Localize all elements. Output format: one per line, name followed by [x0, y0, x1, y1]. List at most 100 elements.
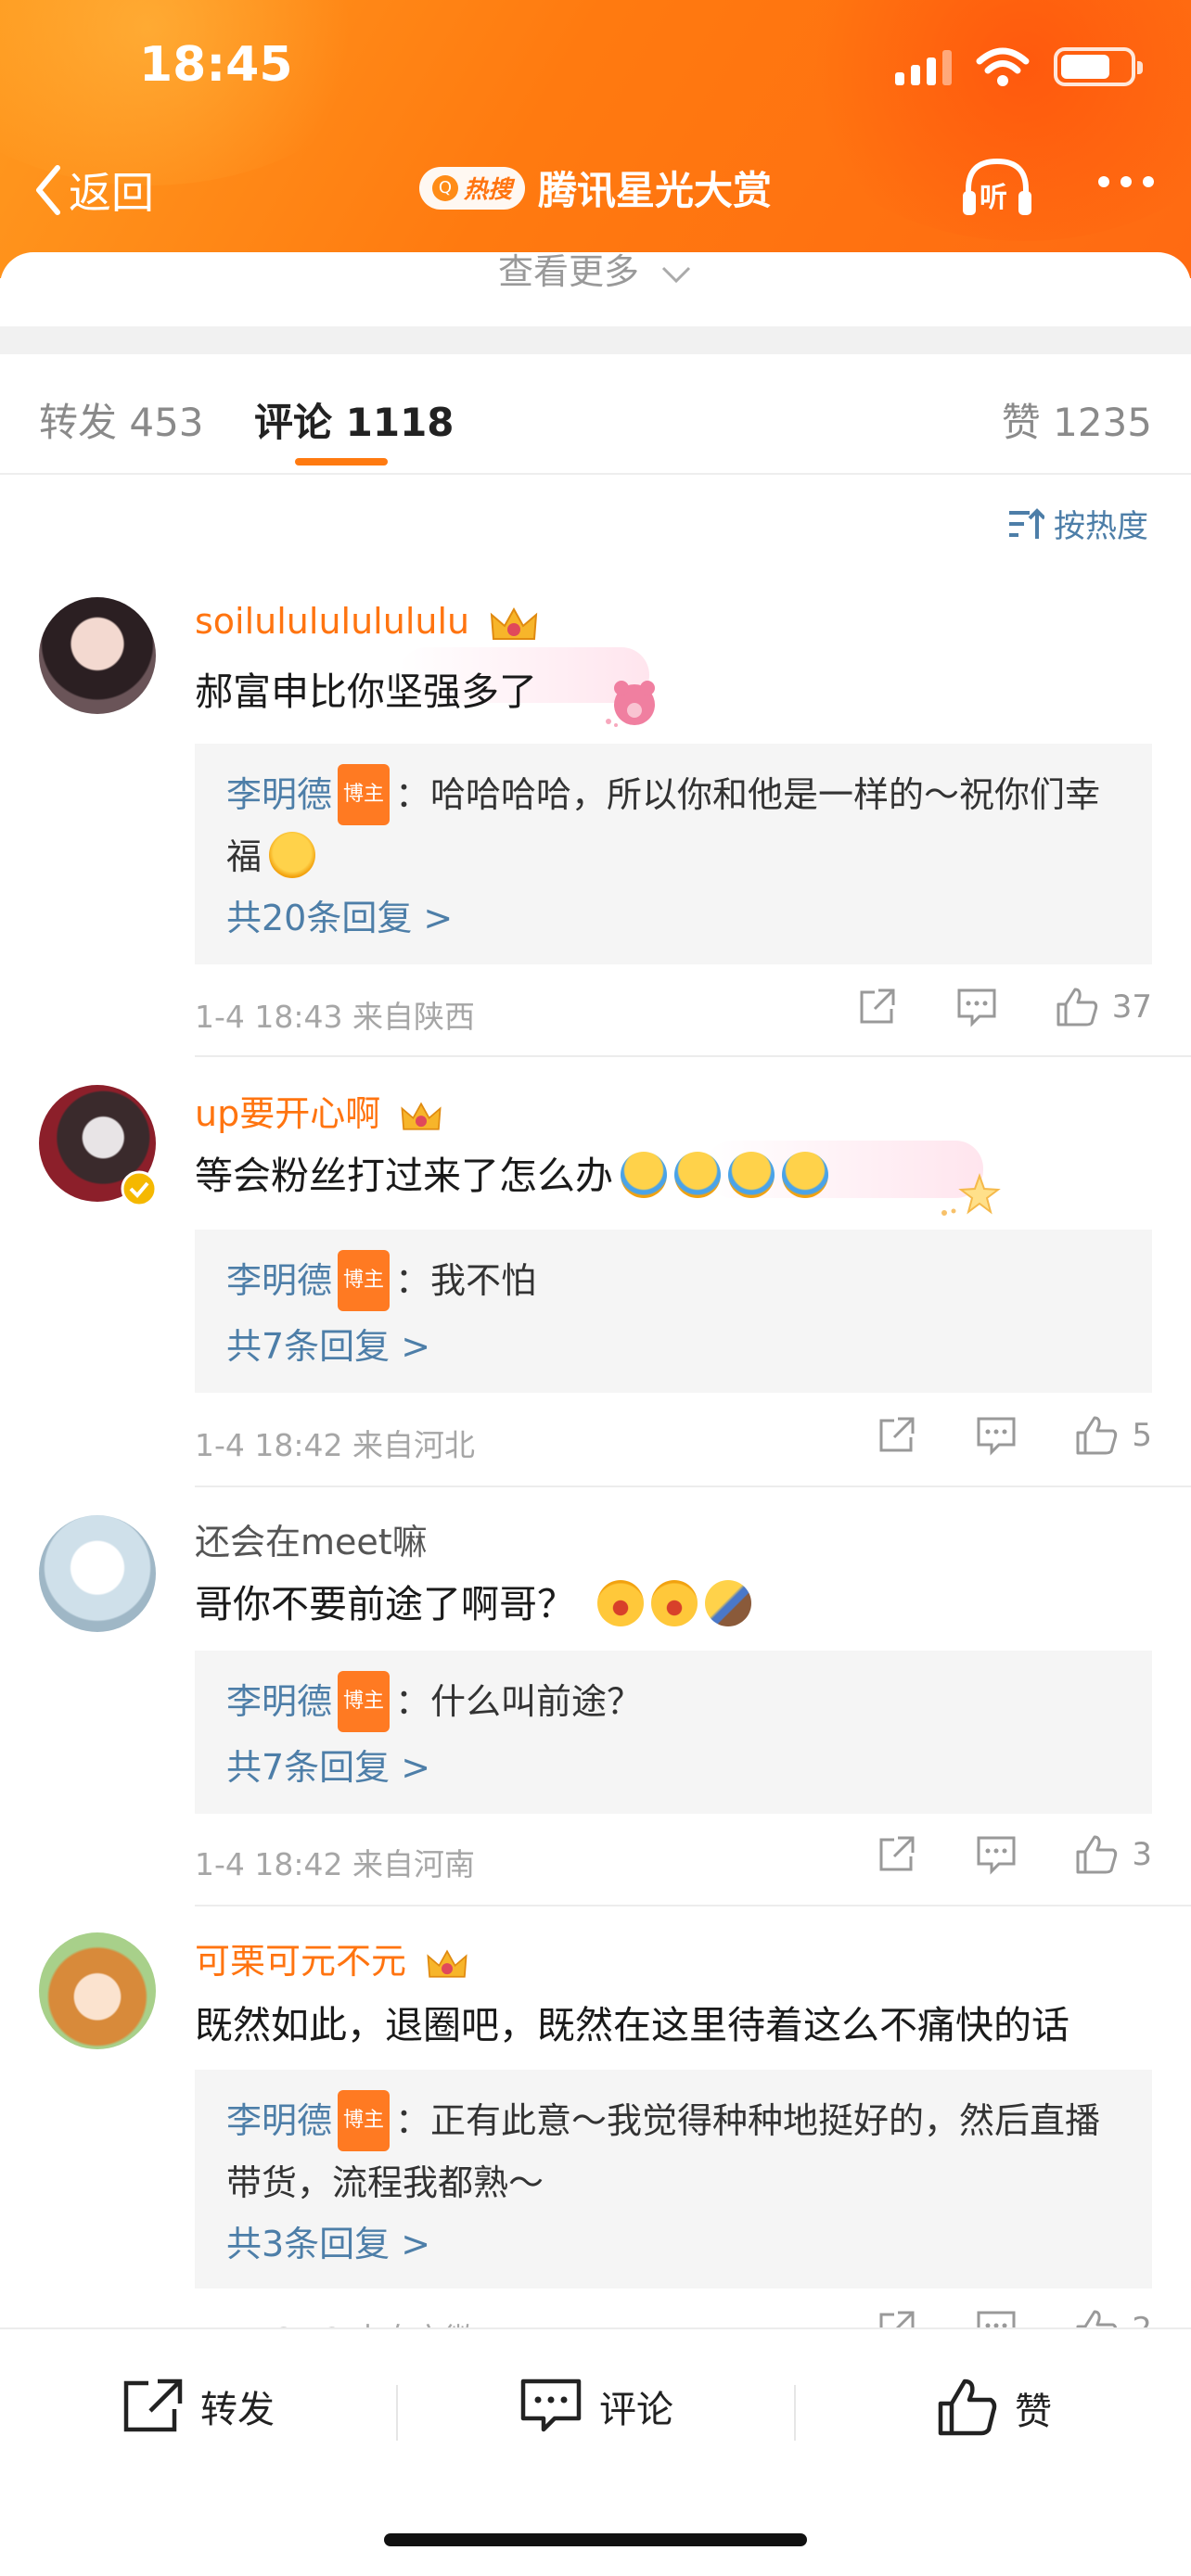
comment-text: 等会粉丝打过来了怎么办 — [195, 1144, 828, 1202]
comment-icon[interactable] — [972, 1830, 1020, 1879]
see-more-label: 查看更多 — [497, 251, 639, 292]
like-count: 5 — [1132, 1417, 1152, 1454]
share-icon[interactable] — [872, 1411, 920, 1460]
hot-search-badge[interactable]: Q 热搜 — [418, 166, 525, 210]
reply-line: 李明德 博主 ：我不怕 — [226, 1249, 1121, 1314]
comment-divider — [195, 1905, 1191, 1906]
comment-label: 评论 — [599, 2389, 673, 2431]
comment-text: 哥你不要前途了啊哥？ — [195, 1573, 751, 1630]
search-icon: Q — [431, 174, 458, 201]
tab-likes[interactable]: 赞 1235 — [1002, 391, 1152, 448]
page-title: 腾讯星光大赏 — [538, 168, 773, 213]
more-replies-link[interactable]: 共3条回复 > — [226, 2212, 1121, 2276]
see-more-link[interactable]: 查看更多 — [0, 243, 1191, 294]
crying-laughing-emoji-icon — [621, 1152, 667, 1198]
comment-meta: 1-4 18:42 来自河北 — [195, 1427, 475, 1463]
strawberry-bear-sticker-icon — [606, 681, 655, 727]
reply-preview[interactable]: 李明德 博主 ：正有此意～我觉得种种地挺好的，然后直播带货，流程我都熟～ 共3条回复… — [195, 2070, 1152, 2289]
repost-label: 转发 — [200, 2389, 275, 2431]
tab-repost[interactable]: 转发 453 — [39, 391, 204, 448]
tab-comments[interactable]: 评论 1118 — [254, 391, 455, 448]
battery-icon — [1054, 47, 1143, 86]
listen-button[interactable]: 听 — [961, 154, 1033, 219]
reply-author[interactable]: 李明德 — [226, 774, 332, 815]
bar-separator — [794, 2385, 796, 2441]
comment-username[interactable]: 还会在meet嘛 — [195, 1513, 428, 1564]
username-text: soilululululululu — [195, 601, 470, 642]
crying-laughing-emoji-icon — [782, 1152, 828, 1198]
crying-laughing-emoji-icon — [728, 1152, 775, 1198]
avatar[interactable] — [39, 1515, 156, 1632]
like-count: 3 — [1132, 1836, 1152, 1873]
like-icon[interactable] — [1072, 1411, 1121, 1460]
thumbs-down-emoji-icon — [705, 1580, 751, 1626]
chevron-down-icon — [661, 266, 691, 283]
reply-preview[interactable]: 李明德 博主 ：什么叫前途？ 共7条回复 > — [195, 1651, 1152, 1814]
header: 18:45 返回 Q 热搜 腾讯星光大赏 听 — [0, 0, 1191, 278]
author-badge: 博主 — [338, 1670, 391, 1732]
share-icon[interactable] — [872, 1830, 920, 1879]
crying-emoji-icon — [651, 1580, 698, 1626]
comment-actions: 37 — [800, 983, 1152, 1031]
hot-search-label: 热搜 — [463, 176, 512, 204]
smiling-hearts-emoji-icon — [269, 832, 316, 878]
bar-separator — [396, 2385, 398, 2441]
comment-username[interactable]: up要开心啊 — [195, 1085, 443, 1136]
sort-label: 按热度 — [1054, 508, 1148, 545]
avatar[interactable] — [39, 1932, 156, 2049]
reply-author[interactable]: 李明德 — [226, 2100, 332, 2141]
comment-actions: 5 — [820, 1411, 1152, 1460]
comment-meta: 1-4 18:42 来自河南 — [195, 1846, 475, 1882]
reply-author[interactable]: 李明德 — [226, 1260, 332, 1301]
reply-text: ：我不怕 — [395, 1260, 537, 1301]
author-badge: 博主 — [338, 1249, 391, 1311]
nav-bar: 返回 Q 热搜 腾讯星光大赏 听 — [0, 148, 1191, 232]
like-icon[interactable] — [1053, 983, 1101, 1031]
reply-line: 李明德 博主 ：什么叫前途？ — [226, 1670, 1121, 1735]
comment-username[interactable]: soilululululululu — [195, 601, 540, 644]
thumbs-up-icon — [938, 2378, 997, 2436]
verified-badge-icon — [121, 1170, 158, 1207]
crown-icon — [491, 606, 538, 640]
comment-icon[interactable] — [953, 983, 1001, 1031]
comment-text-body: 等会粉丝打过来了怎么办 — [195, 1154, 613, 1198]
sort-button[interactable]: 按热度 — [1007, 501, 1148, 546]
comment-bubble-icon — [520, 2378, 582, 2432]
repost-icon — [123, 2378, 183, 2432]
more-replies-link[interactable]: 共7条回复 > — [226, 1735, 1121, 1800]
reply-preview[interactable]: 李明德 博主 ：我不怕 共7条回复 > — [195, 1230, 1152, 1393]
share-icon[interactable] — [852, 983, 901, 1031]
cellular-signal-icon — [895, 48, 952, 85]
reply-line: 李明德 博主 ：正有此意～我觉得种种地挺好的，然后直播带货，流程我都熟～ — [226, 2089, 1121, 2212]
status-icons — [895, 46, 1143, 87]
wifi-icon — [976, 47, 1030, 86]
comment-divider — [195, 1486, 1191, 1487]
comment-username[interactable]: 可栗可元不元 — [195, 1932, 469, 1983]
reply-author[interactable]: 李明德 — [226, 1681, 332, 1722]
star-sticker-icon — [941, 1173, 1001, 1216]
like-label: 赞 — [1015, 2391, 1052, 2433]
like-count: 37 — [1111, 988, 1152, 1026]
avatar[interactable] — [39, 597, 156, 714]
crown-icon — [427, 1949, 467, 1978]
repost-button[interactable]: 转发 — [121, 2378, 275, 2435]
more-replies-link[interactable]: 共20条回复 > — [226, 886, 1121, 950]
comment-text-body: 哥你不要前途了啊哥？ — [195, 1582, 575, 1626]
comment-icon[interactable] — [972, 1411, 1020, 1460]
sort-icon — [1009, 507, 1044, 539]
tab-bar: 转发 453 评论 1118 赞 1235 — [0, 354, 1191, 475]
comment-text: 郝富申比你坚强多了 — [195, 670, 537, 714]
username-text: 可栗可元不元 — [195, 1941, 407, 1982]
author-badge: 博主 — [338, 2089, 391, 2151]
more-options-icon[interactable] — [1098, 176, 1154, 187]
reply-preview[interactable]: 李明德 博主 ：哈哈哈哈，所以你和他是一样的～祝你们幸福 共20条回复 > — [195, 744, 1152, 964]
more-replies-link[interactable]: 共7条回复 > — [226, 1314, 1121, 1379]
comment-divider — [195, 1055, 1191, 1057]
like-icon[interactable] — [1072, 1830, 1121, 1879]
listen-label: 听 — [980, 182, 1007, 214]
like-button[interactable]: 赞 — [937, 2378, 1052, 2439]
comment-button[interactable]: 评论 — [519, 2378, 673, 2435]
crying-laughing-emoji-icon — [674, 1152, 721, 1198]
author-badge: 博主 — [338, 763, 391, 825]
reply-text: ：什么叫前途？ — [395, 1681, 643, 1722]
